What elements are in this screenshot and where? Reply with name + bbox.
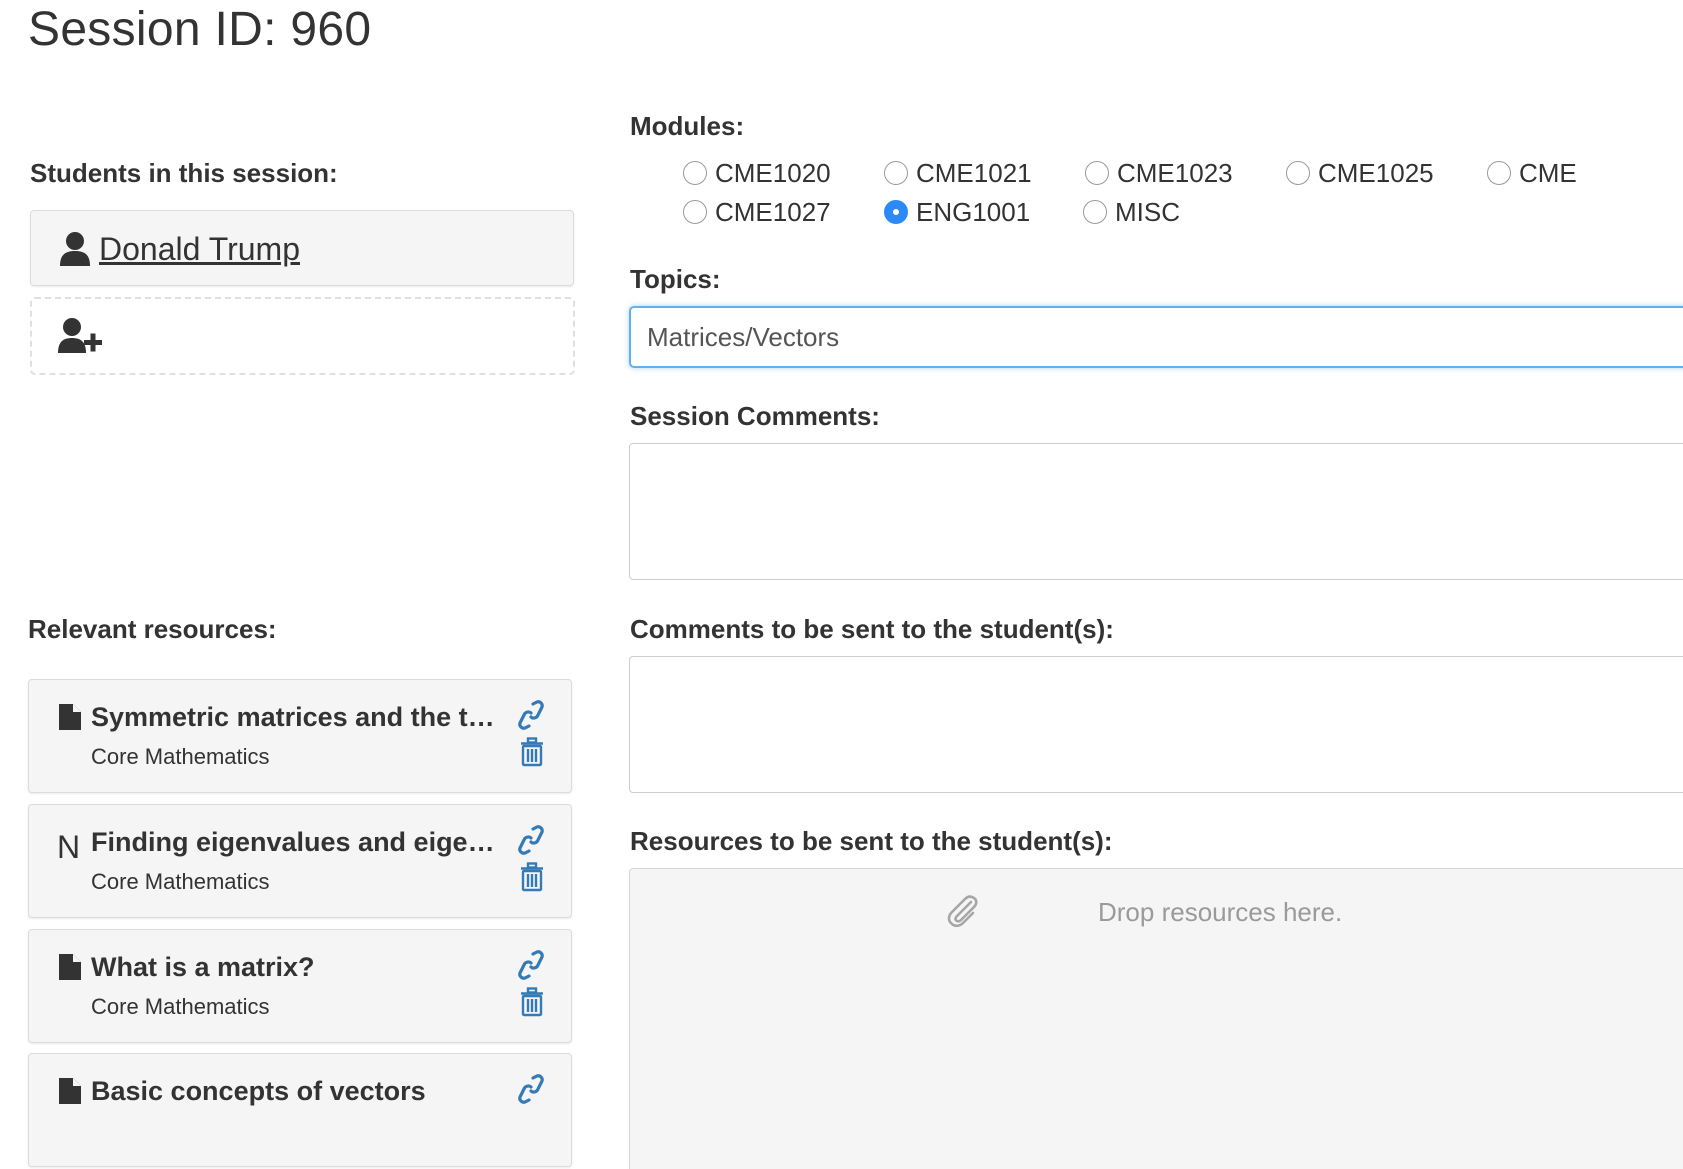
student-comments-label: Comments to be sent to the student(s):: [630, 614, 1114, 644]
module-radio-cme1027[interactable]: CME1027: [683, 197, 831, 227]
session-page: Session ID: 960 Students in this session…: [0, 0, 1683, 1169]
topics-input[interactable]: [629, 306, 1683, 368]
module-radio-cme-truncated[interactable]: CME: [1487, 158, 1577, 188]
resource-card[interactable]: What is a matrix? Core Mathematics: [28, 929, 572, 1043]
file-icon: [59, 1078, 81, 1104]
student-card: Donald Trump: [30, 210, 574, 286]
radio-button[interactable]: [683, 200, 707, 224]
module-label: CME1027: [715, 196, 831, 227]
resources-to-send-label: Resources to be sent to the student(s):: [630, 826, 1113, 856]
user-icon: [60, 232, 90, 266]
link-icon[interactable]: [517, 825, 545, 855]
module-label: CME1020: [715, 157, 831, 188]
radio-button[interactable]: [1085, 161, 1109, 185]
module-radio-eng1001[interactable]: ENG1001: [884, 197, 1030, 227]
module-radio-cme1025[interactable]: CME1025: [1286, 158, 1434, 188]
resource-dropzone[interactable]: Drop resources here.: [629, 868, 1683, 1169]
student-name-link[interactable]: Donald Trump: [99, 231, 300, 268]
resource-title: What is a matrix?: [91, 952, 315, 982]
module-label: CME1023: [1117, 157, 1233, 188]
topics-label: Topics:: [630, 264, 721, 294]
resource-title: Finding eigenvalues and eigen…: [91, 827, 501, 857]
link-icon[interactable]: [517, 950, 545, 980]
resource-title: Symmetric matrices and the tr…: [91, 702, 501, 732]
resource-subject: Core Mathematics: [91, 994, 270, 1019]
module-label: CME1025: [1318, 157, 1434, 188]
resource-subject: Core Mathematics: [91, 869, 270, 894]
session-comments-label: Session Comments:: [630, 401, 880, 431]
modules-label: Modules:: [630, 111, 745, 141]
resource-card[interactable]: N Finding eigenvalues and eigen… Core Ma…: [28, 804, 572, 918]
module-radio-cme1023[interactable]: CME1023: [1085, 158, 1233, 188]
radio-button[interactable]: [884, 161, 908, 185]
dropzone-placeholder: Drop resources here.: [1098, 897, 1343, 927]
paperclip-icon: [947, 895, 978, 928]
module-label: CME1021: [916, 157, 1032, 188]
resource-title: Basic concepts of vectors: [91, 1076, 426, 1106]
resource-card[interactable]: Basic concepts of vectors: [28, 1053, 572, 1167]
radio-button[interactable]: [1286, 161, 1310, 185]
trash-icon[interactable]: [520, 987, 544, 1017]
add-user-icon: [58, 318, 102, 353]
module-radio-cme1021[interactable]: CME1021: [884, 158, 1032, 188]
file-icon: [59, 954, 81, 980]
radio-button[interactable]: [683, 161, 707, 185]
trash-icon[interactable]: [520, 862, 544, 892]
module-radio-cme1020[interactable]: CME1020: [683, 158, 831, 188]
notes-letter-icon: N: [57, 829, 81, 865]
trash-icon[interactable]: [520, 737, 544, 767]
radio-button-selected[interactable]: [884, 200, 908, 224]
module-label: ENG1001: [916, 196, 1031, 227]
link-icon[interactable]: [517, 700, 545, 730]
module-radio-misc[interactable]: MISC: [1083, 197, 1180, 227]
file-icon: [59, 704, 81, 730]
students-label: Students in this session:: [30, 158, 338, 188]
radio-button[interactable]: [1487, 161, 1511, 185]
page-title: Session ID: 960: [28, 3, 372, 56]
link-icon[interactable]: [517, 1074, 545, 1104]
module-label: MISC: [1115, 196, 1180, 227]
module-label: CME: [1519, 157, 1577, 188]
add-student-button[interactable]: [30, 297, 575, 375]
radio-button[interactable]: [1083, 200, 1107, 224]
resource-subject: Core Mathematics: [91, 744, 270, 769]
relevant-resources-label: Relevant resources:: [28, 614, 277, 644]
session-comments-textarea[interactable]: [629, 443, 1683, 580]
resource-card[interactable]: Symmetric matrices and the tr… Core Math…: [28, 679, 572, 793]
student-comments-textarea[interactable]: [629, 656, 1683, 793]
